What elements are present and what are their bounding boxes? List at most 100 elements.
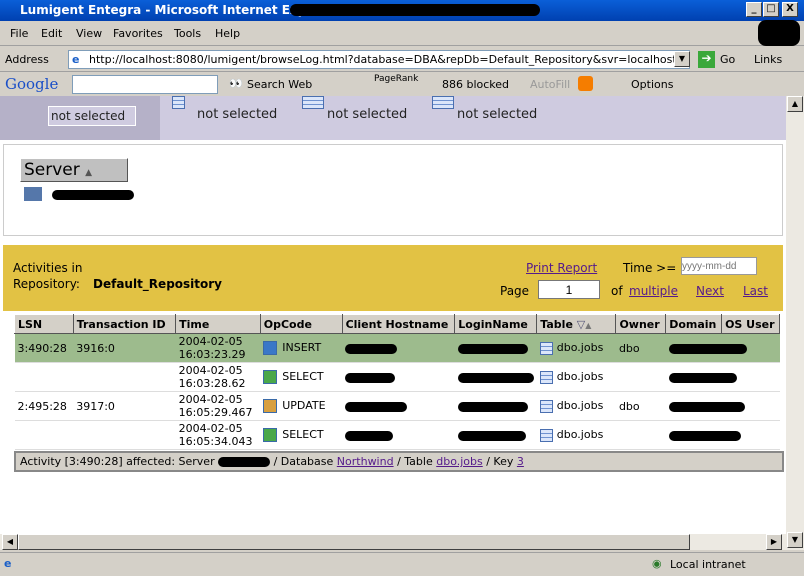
options-button[interactable]: Options xyxy=(631,78,673,91)
menu-help[interactable]: Help xyxy=(215,27,240,40)
loginname-cell xyxy=(454,391,537,421)
database-selected: not selected xyxy=(197,107,278,122)
col-table[interactable]: Table ▽▲ xyxy=(536,314,617,334)
close-button[interactable]: X xyxy=(782,2,798,17)
menu-edit[interactable]: Edit xyxy=(41,27,62,40)
scroll-left-button[interactable]: ◀ xyxy=(2,534,18,550)
transaction-id-cell: 3917:0 xyxy=(73,391,176,421)
google-search-input[interactable] xyxy=(72,75,218,94)
redacted xyxy=(345,343,398,354)
table-link[interactable]: dbo.jobs xyxy=(436,455,483,468)
redacted xyxy=(668,430,741,441)
search-web-button[interactable]: Search Web xyxy=(247,78,312,91)
filter-icon[interactable]: ▽ xyxy=(577,318,585,331)
col-transaction-id[interactable]: Transaction ID xyxy=(72,314,177,334)
redacted xyxy=(668,401,745,412)
address-dropdown[interactable]: ▼ xyxy=(674,51,690,67)
col-domain[interactable]: Domain xyxy=(665,314,723,334)
col-owner[interactable]: Owner xyxy=(615,314,667,334)
pagerank-label: PageRank xyxy=(374,74,419,84)
menu-bar: File Edit View Favorites Tools Help xyxy=(0,20,804,46)
scroll-right-button[interactable]: ▶ xyxy=(766,534,782,550)
selection-panel: not selected not selected not selected n… xyxy=(0,96,786,140)
of-label: of xyxy=(611,284,623,298)
menu-favorites[interactable]: Favorites xyxy=(113,27,163,40)
maximize-button[interactable]: □ xyxy=(763,2,779,17)
address-input[interactable]: e http://localhost:8080/lumigent/browseL… xyxy=(68,50,690,69)
horizontal-scrollbar[interactable]: ◀ ▶ xyxy=(0,534,786,550)
google-logo[interactable]: Google xyxy=(5,75,58,93)
address-label: Address xyxy=(5,53,49,66)
redacted xyxy=(457,430,526,441)
scroll-thumb[interactable] xyxy=(18,534,690,550)
blogger-icon[interactable] xyxy=(578,76,593,91)
scroll-down-button[interactable]: ▼ xyxy=(787,532,803,548)
redacted xyxy=(668,343,747,354)
title-bar: Lumigent Entegra - Microsoft Internet Ex… xyxy=(0,0,804,21)
multiple-link[interactable]: multiple xyxy=(629,284,678,298)
table-selected: not selected xyxy=(327,107,408,122)
next-link[interactable]: Next xyxy=(696,284,724,298)
col-client-hostname[interactable]: Client Hostname xyxy=(341,314,456,334)
table-icon xyxy=(539,370,553,384)
print-report-link[interactable]: Print Report xyxy=(526,261,597,275)
page-input[interactable] xyxy=(538,280,600,299)
minimize-button[interactable]: _ xyxy=(746,2,762,17)
menu-tools[interactable]: Tools xyxy=(174,27,201,40)
col-lsn[interactable]: LSN xyxy=(14,314,74,334)
lsn-cell xyxy=(14,420,74,450)
repository-name: Default_Repository xyxy=(93,277,222,291)
col-loginname[interactable]: LoginName xyxy=(454,314,538,334)
client-hostname-cell xyxy=(342,333,455,363)
table-row[interactable]: 2004-02-05 16:03:28.62 SELECT dbo.jobs xyxy=(14,362,780,392)
domain-cell xyxy=(665,333,780,363)
col-opcode[interactable]: OpCode xyxy=(259,314,343,334)
redacted xyxy=(668,372,737,383)
last-link[interactable]: Last xyxy=(743,284,768,298)
sort-asc-icon: ▲ xyxy=(585,320,592,330)
activity-detail-bar: Activity [3:490:28] affected: Server / D… xyxy=(14,451,784,472)
database-link[interactable]: Northwind xyxy=(337,455,394,468)
key-selected: not selected xyxy=(457,107,538,122)
key-link[interactable]: 3 xyxy=(517,455,524,468)
time-cell: 2004-02-05 16:05:29.467 xyxy=(175,391,261,421)
server-selected: not selected xyxy=(51,109,126,123)
binoculars-icon: 👀 xyxy=(229,77,243,90)
transaction-id-cell xyxy=(73,420,176,450)
table-row[interactable]: 2:495:28 3917:0 2004-02-05 16:05:29.467 U… xyxy=(14,391,780,421)
table-row[interactable]: 3:490:28 3916:0 2004-02-05 16:03:23.29 IN… xyxy=(14,333,780,363)
address-url: http://localhost:8080/lumigent/browseLog… xyxy=(89,53,689,66)
popup-blocked[interactable]: 886 blocked xyxy=(442,78,509,91)
menu-file[interactable]: File xyxy=(10,27,28,40)
menu-view[interactable]: View xyxy=(76,27,102,40)
select-icon xyxy=(263,428,278,442)
redacted xyxy=(345,372,396,383)
scroll-up-button[interactable]: ▲ xyxy=(787,96,803,112)
select-icon xyxy=(263,370,278,384)
time-filter-input[interactable] xyxy=(681,257,757,275)
time-cell: 2004-02-05 16:05:34.043 xyxy=(175,420,261,450)
redacted xyxy=(345,401,408,412)
go-button[interactable]: Go xyxy=(720,53,735,66)
activity-table: LSN Transaction ID Time OpCode Client Ho… xyxy=(14,314,780,450)
table-row[interactable]: 2004-02-05 16:05:34.043 SELECT dbo.jobs xyxy=(14,420,780,450)
loginname-cell xyxy=(454,333,537,363)
opcode-cell: SELECT xyxy=(260,362,343,392)
table-cell[interactable]: dbo.jobs xyxy=(536,420,616,450)
table-cell[interactable]: dbo.jobs xyxy=(536,362,616,392)
table-cell[interactable]: dbo.jobs xyxy=(536,391,616,421)
table-cell[interactable]: dbo.jobs xyxy=(536,333,616,363)
redacted xyxy=(758,20,800,46)
table-icon xyxy=(539,428,553,442)
go-arrow-icon[interactable]: ➔ xyxy=(698,51,715,68)
col-os-user[interactable]: OS User xyxy=(721,314,780,334)
detail-table-label: / Table xyxy=(397,455,433,468)
server-column-header[interactable]: Server ▲ xyxy=(20,158,128,182)
autofill-button[interactable]: AutoFill xyxy=(530,78,570,91)
col-time[interactable]: Time xyxy=(175,314,261,334)
server-icon xyxy=(24,187,42,201)
vertical-scrollbar[interactable]: ▲ ▼ xyxy=(786,96,804,550)
page-label: Page xyxy=(500,284,530,298)
database-icon xyxy=(172,96,185,109)
links-button[interactable]: Links xyxy=(754,53,782,66)
